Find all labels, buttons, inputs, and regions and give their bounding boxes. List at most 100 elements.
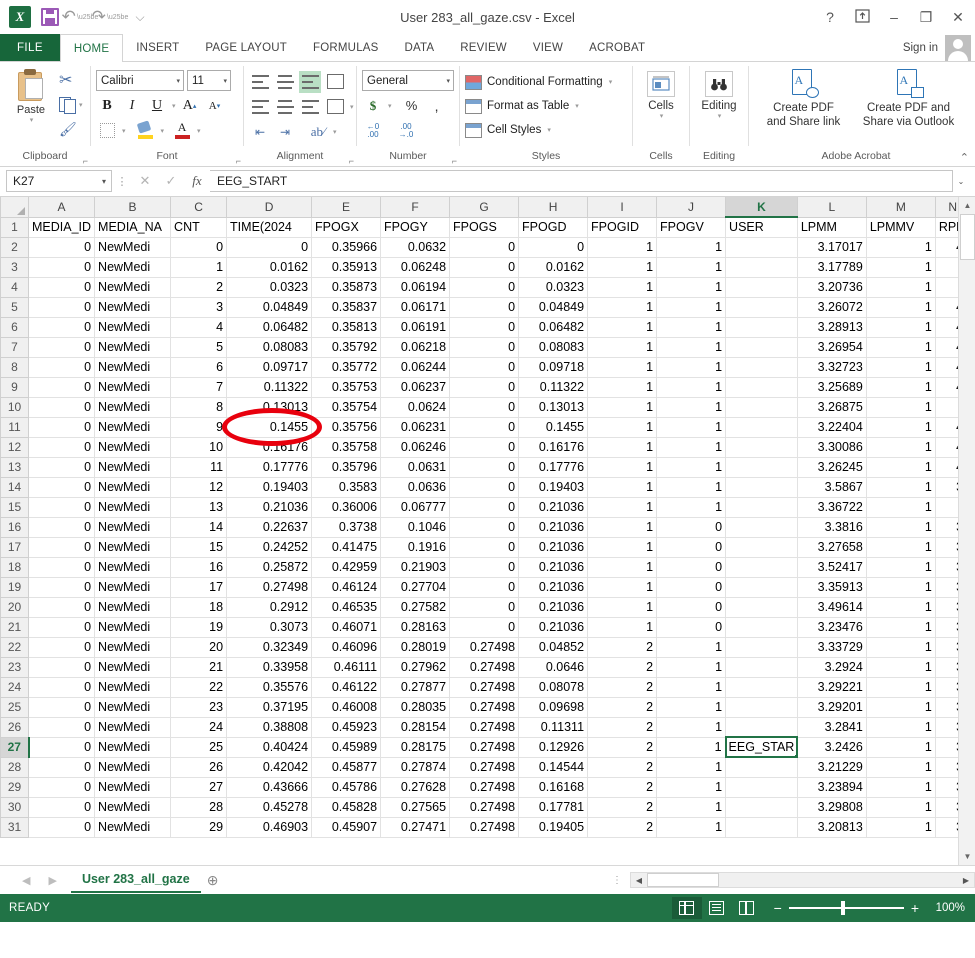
cell-L23[interactable]: 3.2924 <box>796 656 867 678</box>
cell-M25[interactable]: 1 <box>865 696 936 718</box>
signin-area[interactable]: Sign in <box>903 34 975 61</box>
cell-B28[interactable]: NewMedi <box>94 756 172 778</box>
chevron-down-icon[interactable]: ▾ <box>446 77 450 85</box>
cell-C25[interactable]: 23 <box>170 696 228 718</box>
cell-F8[interactable]: 0.06244 <box>380 356 451 378</box>
chevron-down-icon[interactable]: ▾ <box>223 77 227 85</box>
cell-B16[interactable]: NewMedi <box>94 516 172 538</box>
cell-G12[interactable]: 0 <box>449 436 520 458</box>
cell-M10[interactable]: 1 <box>865 396 936 418</box>
confirm-entry-button[interactable]: ✓ <box>158 170 184 192</box>
align-bottom-button[interactable] <box>299 70 321 93</box>
row-header-5[interactable]: 5 <box>0 296 29 318</box>
cell-E21[interactable]: 0.46071 <box>311 616 382 638</box>
cell-K1[interactable]: USER <box>725 216 798 238</box>
fill-color-dropdown-icon[interactable]: ▾ <box>161 127 165 135</box>
row-header-29[interactable]: 29 <box>0 776 29 798</box>
cell-C11[interactable]: 9 <box>170 416 228 438</box>
cell-B22[interactable]: NewMedi <box>94 636 172 658</box>
cell-K29[interactable] <box>725 776 798 798</box>
zoom-out-button[interactable]: − <box>774 901 782 915</box>
row-header-14[interactable]: 14 <box>0 476 29 498</box>
row-header-8[interactable]: 8 <box>0 356 29 378</box>
cell-G6[interactable]: 0 <box>449 316 520 338</box>
cell-A17[interactable]: 0 <box>27 536 96 558</box>
cell-I21[interactable]: 1 <box>587 616 658 638</box>
cell-B17[interactable]: NewMedi <box>94 536 172 558</box>
cell-E30[interactable]: 0.45828 <box>311 796 382 818</box>
cell-I26[interactable]: 2 <box>587 716 658 738</box>
cell-C1[interactable]: CNT <box>170 216 228 238</box>
cell-D4[interactable]: 0.0323 <box>226 276 313 298</box>
cell-M8[interactable]: 1 <box>865 356 936 378</box>
row-header-9[interactable]: 9 <box>0 376 29 398</box>
cell-H19[interactable]: 0.21036 <box>518 576 589 598</box>
cell-L16[interactable]: 3.3816 <box>796 516 867 538</box>
cell-B7[interactable]: NewMedi <box>94 336 172 358</box>
cell-B15[interactable]: NewMedi <box>94 496 172 518</box>
ribbon-display-options-icon[interactable] <box>853 8 871 26</box>
help-icon[interactable]: ? <box>821 9 839 25</box>
row-header-26[interactable]: 26 <box>0 716 29 738</box>
scroll-left-icon[interactable]: ◀ <box>631 873 647 887</box>
cell-G10[interactable]: 0 <box>449 396 520 418</box>
cell-C17[interactable]: 15 <box>170 536 228 558</box>
cell-L4[interactable]: 3.20736 <box>796 276 867 298</box>
cell-E4[interactable]: 0.35873 <box>311 276 382 298</box>
cell-F23[interactable]: 0.27962 <box>380 656 451 678</box>
cell-C13[interactable]: 11 <box>170 456 228 478</box>
row-header-27[interactable]: 27 <box>0 736 30 758</box>
vertical-scrollbar[interactable]: ▲ ▼ <box>958 197 975 865</box>
orientation-dropdown-icon[interactable]: ▾ <box>333 128 337 136</box>
cell-I25[interactable]: 2 <box>587 696 658 718</box>
borders-dropdown-icon[interactable]: ▾ <box>122 127 126 135</box>
cell-I14[interactable]: 1 <box>587 476 658 498</box>
scroll-right-icon[interactable]: ▶ <box>958 873 974 887</box>
cell-M29[interactable]: 1 <box>865 776 936 798</box>
cell-C3[interactable]: 1 <box>170 256 228 278</box>
cell-H18[interactable]: 0.21036 <box>518 556 589 578</box>
cell-M24[interactable]: 1 <box>865 676 936 698</box>
cell-K20[interactable] <box>725 596 798 618</box>
cell-H31[interactable]: 0.19405 <box>518 816 589 838</box>
page-break-preview-button[interactable] <box>732 897 762 919</box>
cell-H15[interactable]: 0.21036 <box>518 496 589 518</box>
borders-button[interactable] <box>96 120 118 142</box>
increase-indent-button[interactable]: ⇥ <box>274 121 296 143</box>
cell-J19[interactable]: 0 <box>656 576 727 598</box>
cell-C26[interactable]: 24 <box>170 716 228 738</box>
cell-J10[interactable]: 1 <box>656 396 727 418</box>
cell-F30[interactable]: 0.27565 <box>380 796 451 818</box>
row-header-24[interactable]: 24 <box>0 676 29 698</box>
cell-C10[interactable]: 8 <box>170 396 228 418</box>
underline-dropdown-icon[interactable]: ▾ <box>172 102 176 110</box>
cell-L20[interactable]: 3.49614 <box>796 596 867 618</box>
cell-F18[interactable]: 0.21903 <box>380 556 451 578</box>
cell-K11[interactable] <box>725 416 798 438</box>
chevron-down-icon[interactable]: ▾ <box>609 78 613 86</box>
cell-C30[interactable]: 28 <box>170 796 228 818</box>
cell-F26[interactable]: 0.28154 <box>380 716 451 738</box>
cell-A21[interactable]: 0 <box>27 616 96 638</box>
cell-E1[interactable]: FPOGX <box>311 216 382 238</box>
cell-I27[interactable]: 2 <box>587 736 658 758</box>
cell-E25[interactable]: 0.46008 <box>311 696 382 718</box>
cell-K19[interactable] <box>725 576 798 598</box>
cell-A13[interactable]: 0 <box>27 456 96 478</box>
cell-B18[interactable]: NewMedi <box>94 556 172 578</box>
cell-E20[interactable]: 0.46535 <box>311 596 382 618</box>
cell-E7[interactable]: 0.35792 <box>311 336 382 358</box>
number-format-select[interactable]: General ▾ <box>362 70 454 91</box>
cell-G3[interactable]: 0 <box>449 256 520 278</box>
cell-H13[interactable]: 0.17776 <box>518 456 589 478</box>
cell-I29[interactable]: 2 <box>587 776 658 798</box>
copy-dropdown-icon[interactable]: ▾ <box>79 101 83 109</box>
cell-H28[interactable]: 0.14544 <box>518 756 589 778</box>
row-header-1[interactable]: 1 <box>0 216 29 238</box>
column-header-f[interactable]: F <box>380 197 451 218</box>
cell-H6[interactable]: 0.06482 <box>518 316 589 338</box>
cell-D15[interactable]: 0.21036 <box>226 496 313 518</box>
font-color-dropdown-icon[interactable]: ▾ <box>197 127 201 135</box>
cell-H2[interactable]: 0 <box>518 236 589 258</box>
comma-format-button[interactable]: , <box>426 95 448 117</box>
